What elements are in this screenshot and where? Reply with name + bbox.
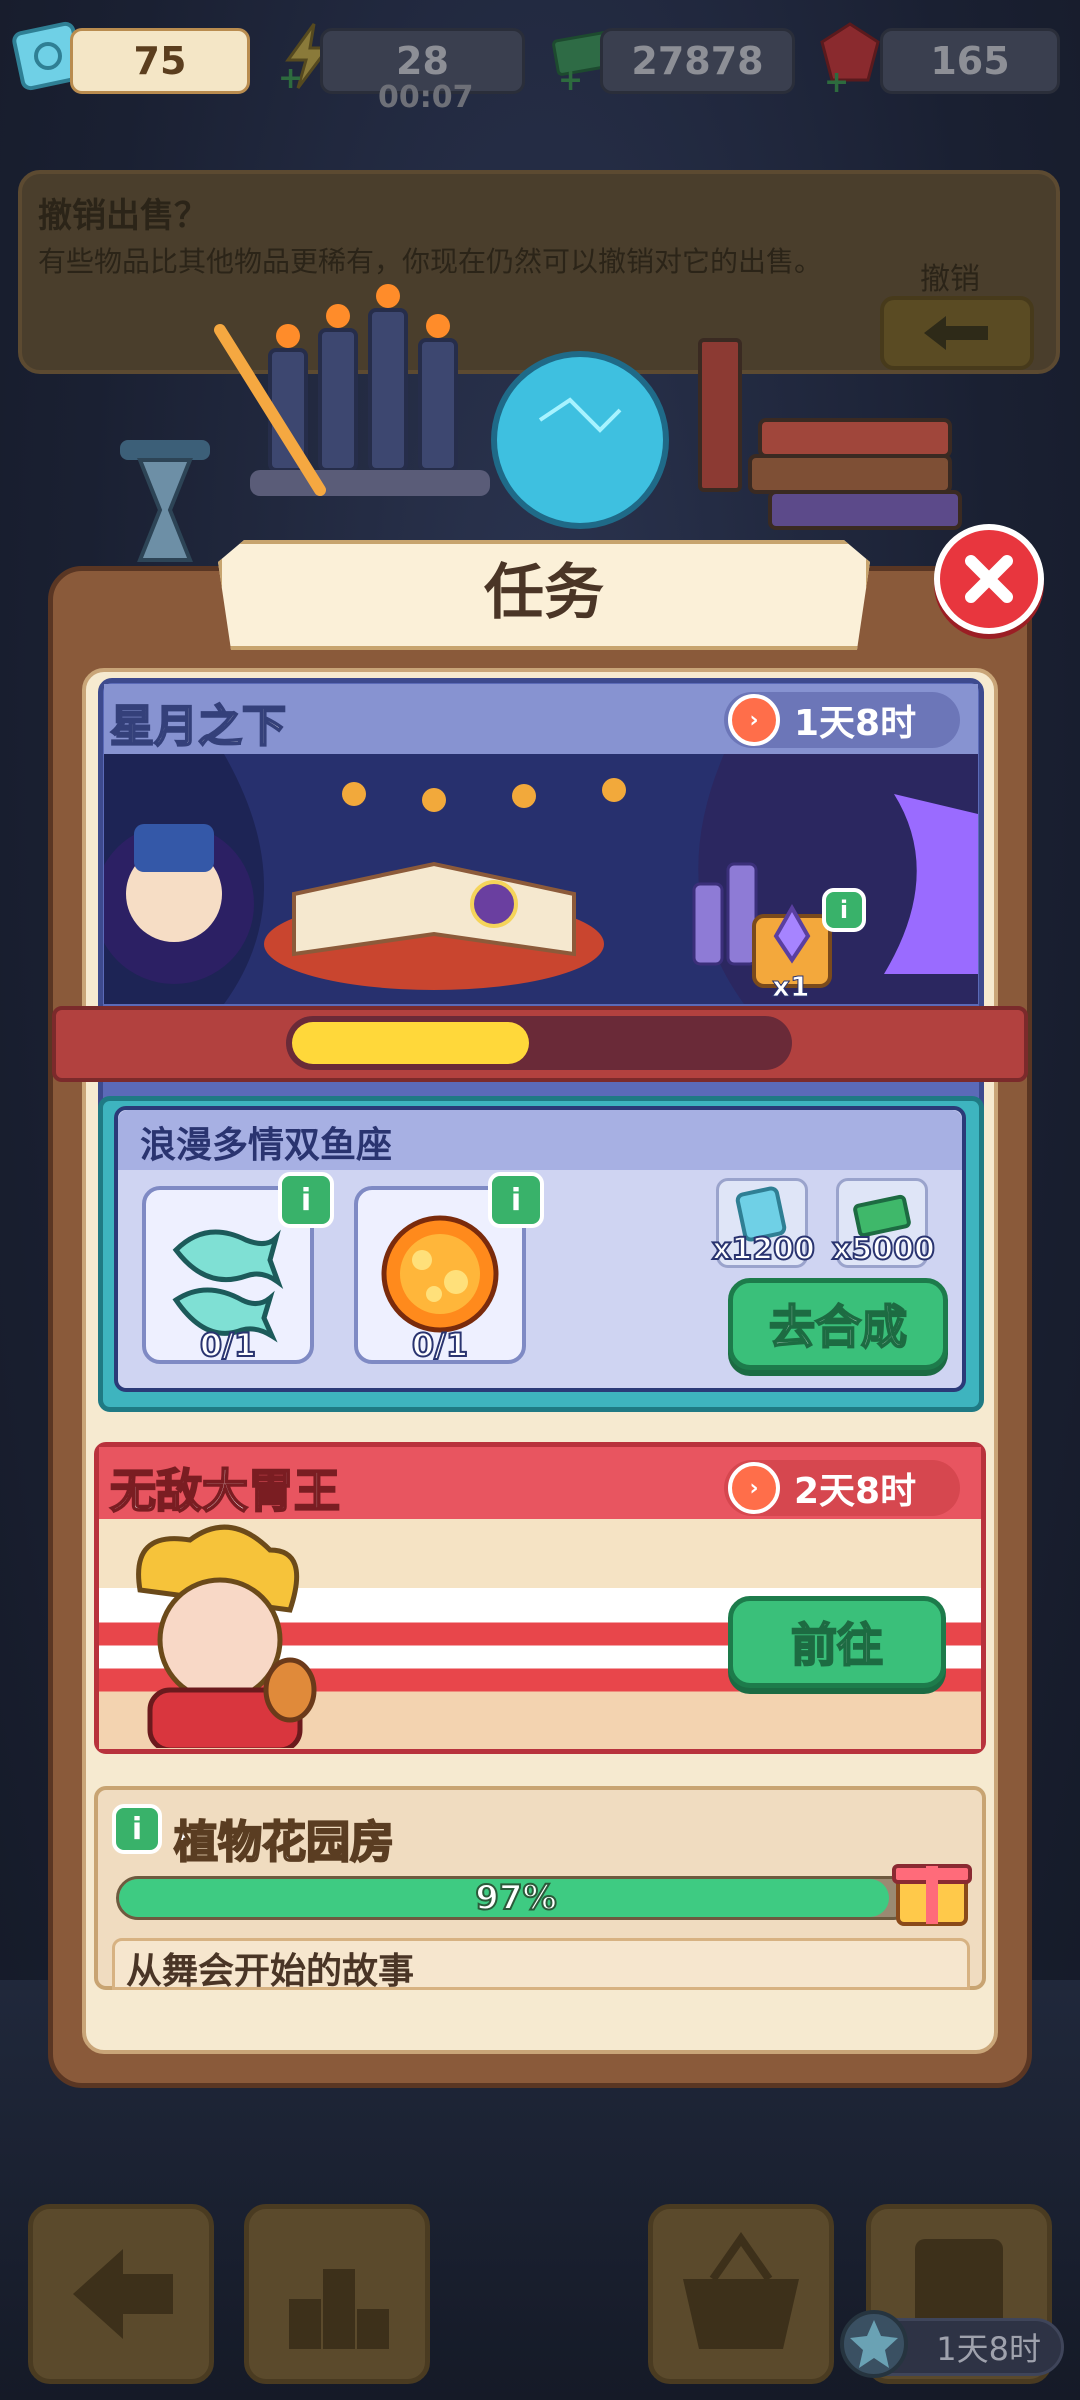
info-icon[interactable]: i xyxy=(822,888,866,932)
ticket-count: 75 xyxy=(133,39,187,83)
star-icon xyxy=(840,2310,908,2378)
info-icon[interactable]: i xyxy=(488,1172,544,1228)
close-button[interactable] xyxy=(934,524,1044,634)
undo-label: 撤销 xyxy=(920,262,980,297)
event-title: 植物花园房 xyxy=(173,1816,395,1869)
mission-title: 任务 xyxy=(484,558,604,628)
event-scene-fortune-teller xyxy=(104,754,978,1004)
info-icon[interactable]: i xyxy=(278,1172,334,1228)
info-icon[interactable]: i xyxy=(112,1804,162,1854)
undo-arrow-icon xyxy=(924,316,988,350)
energy-count: 28 xyxy=(396,39,449,83)
gem-counter[interactable]: 165 xyxy=(880,28,1060,94)
event-title: 星月之下 xyxy=(109,700,287,753)
task-title: 浪漫多情双鱼座 xyxy=(140,1125,393,1166)
event-timer: › 1天8时 xyxy=(724,692,960,748)
next-event-title: 从舞会开始的故事 xyxy=(126,1951,415,1992)
event-title: 无敌大胃王 xyxy=(109,1463,341,1519)
event-progress-fill xyxy=(292,1022,529,1064)
svg-text:+: + xyxy=(558,63,583,94)
event-timer-text: 2天8时 xyxy=(794,1471,917,1512)
undo-sale-description: 有些物品比其他物品更稀有，你现在仍然可以撤销对它的出售。 xyxy=(38,245,823,278)
leaderboard-button[interactable] xyxy=(244,2204,430,2384)
gem-count: 165 xyxy=(930,39,1010,83)
clock-icon: › xyxy=(728,694,780,746)
close-icon xyxy=(965,555,1013,603)
bottom-timer-text: 1天8时 xyxy=(936,2330,1041,2368)
task-item-count: 0/1 xyxy=(199,1325,257,1365)
mystery-box-qty: x1 xyxy=(772,970,811,1004)
reward-ticket-count: x1200 xyxy=(711,1231,816,1268)
undo-button[interactable] xyxy=(880,296,1034,370)
cash-counter[interactable]: 27878 xyxy=(600,28,795,94)
clock-icon: › xyxy=(728,1462,780,1514)
chef-character xyxy=(136,1524,317,1748)
cash-count: 27878 xyxy=(631,39,764,83)
go-merge-button[interactable]: 去合成 xyxy=(728,1278,948,1370)
basket-icon xyxy=(683,2232,799,2349)
svg-text:+: + xyxy=(824,65,849,94)
event-timer: › 2天8时 xyxy=(724,1460,960,1516)
svg-text:+: + xyxy=(278,61,303,94)
gem-icon: + xyxy=(820,22,880,94)
energy-timer: 00:07 xyxy=(378,80,474,115)
event-timer-text: 1天8时 xyxy=(794,703,917,744)
reward-cash-count: x5000 xyxy=(831,1231,936,1268)
task-item-count: 0/1 xyxy=(411,1325,469,1365)
podium-icon xyxy=(289,2269,389,2349)
undo-sale-title: 撤销出售？ xyxy=(38,196,208,236)
back-button[interactable] xyxy=(28,2204,214,2384)
ticket-counter[interactable]: 75 xyxy=(70,28,250,94)
shop-button[interactable] xyxy=(648,2204,834,2384)
back-arrow-icon xyxy=(73,2249,173,2339)
go-button[interactable]: 前往 xyxy=(728,1596,946,1688)
garden-progress-text: 97% xyxy=(474,1877,557,1919)
gift-icon[interactable] xyxy=(888,1842,976,1930)
